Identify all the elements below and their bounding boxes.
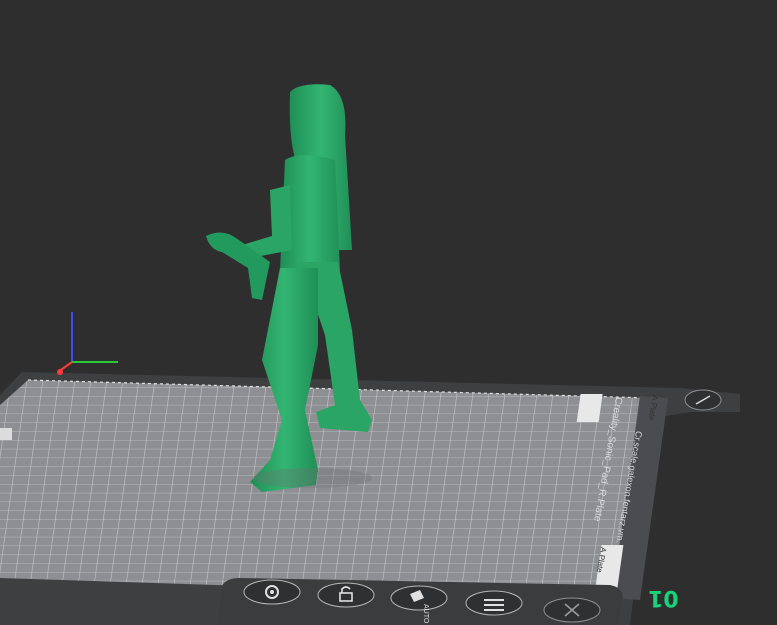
- lock-button[interactable]: [317, 582, 375, 608]
- settings-button[interactable]: [243, 579, 301, 605]
- plate-edit-icon[interactable]: [684, 389, 722, 411]
- 3d-viewport[interactable]: AUTO: [0, 0, 777, 625]
- axis-gizmo: [57, 312, 118, 375]
- close-button[interactable]: [543, 597, 601, 623]
- plate-tab-top: [576, 394, 603, 422]
- plate-corner-tab: [0, 428, 12, 440]
- auto-orient-label: AUTO: [422, 604, 429, 624]
- plate-number: 01: [648, 585, 679, 610]
- arrange-button[interactable]: [465, 590, 523, 616]
